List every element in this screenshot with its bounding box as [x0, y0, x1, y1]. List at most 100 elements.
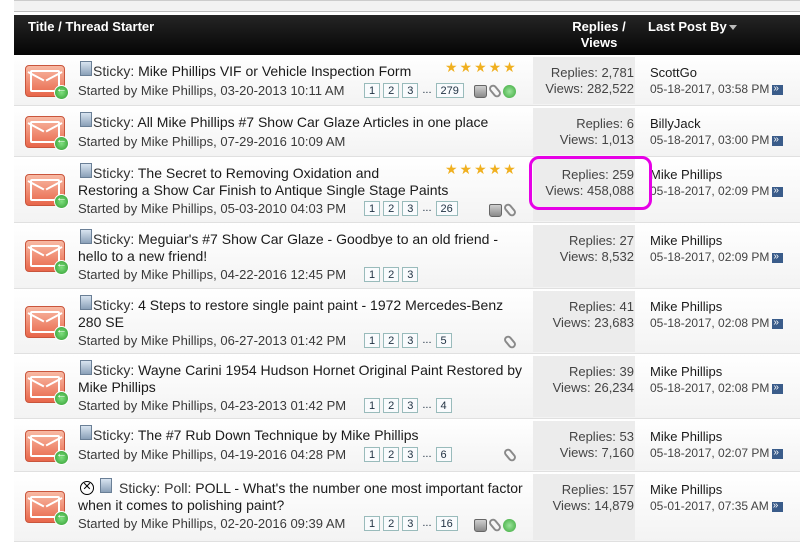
replies-count: Replies: 6 [576, 116, 634, 131]
page-link[interactable]: 16 [435, 516, 458, 531]
page-link[interactable]: 3 [402, 267, 419, 282]
last-post-user-link[interactable]: Mike Phillips [650, 299, 783, 315]
last-post-date: 05-18-2017, 02:09 PM [650, 249, 784, 265]
go-to-last-post-icon[interactable] [772, 445, 784, 461]
page-link[interactable]: 1 [364, 267, 381, 282]
page-link[interactable]: 1 [364, 398, 381, 413]
page-link[interactable]: 2 [383, 447, 400, 462]
go-to-first-unread-icon[interactable] [54, 83, 69, 100]
last-post-user-link[interactable]: ScottGo [650, 65, 783, 81]
thread-prefix-doc-icon [80, 229, 92, 244]
page-link[interactable]: 3 [402, 447, 419, 462]
thread-status-envelope-icon[interactable] [25, 306, 69, 341]
go-to-last-post-icon[interactable] [772, 81, 784, 97]
page-link[interactable]: 26 [435, 201, 458, 216]
thread-title-link[interactable]: Restoring a Show Car Finish to Antique S… [78, 182, 448, 198]
page-link[interactable]: 1 [364, 516, 381, 531]
last-post-user-link[interactable]: Mike Phillips [650, 429, 783, 445]
thread-status-envelope-icon[interactable] [25, 240, 69, 275]
thread-prefix-doc-icon [80, 163, 92, 178]
thread-status-envelope-icon[interactable] [25, 116, 69, 151]
thread-status-envelope-icon[interactable] [25, 371, 69, 406]
page-link[interactable]: 2 [383, 201, 400, 216]
thread-stats: Replies: 27 Views: 8,532 [534, 233, 634, 265]
thread-title-link[interactable]: Mike Phillips VIF or Vehicle Inspection … [138, 63, 411, 79]
go-to-first-unread-icon[interactable] [54, 258, 69, 275]
page-link[interactable]: 2 [383, 267, 400, 282]
replies-count: Replies: 157 [561, 482, 634, 497]
thread-row: Sticky: Mike Phillips VIF or Vehicle Ins… [14, 55, 800, 106]
thread-stats: Replies: 2,781 Views: 282,522 [534, 65, 634, 97]
page-link[interactable]: 4 [435, 398, 452, 413]
header-replies-views[interactable]: Replies / Views [549, 19, 649, 51]
page-link[interactable]: 2 [383, 333, 400, 348]
replies-count: Replies: 53 [568, 429, 634, 444]
page-link[interactable]: 6 [435, 447, 452, 462]
go-to-first-unread-icon[interactable] [54, 389, 69, 406]
last-post-user-link[interactable]: Mike Phillips [650, 364, 783, 380]
thread-prefix-label: Sticky: [93, 165, 138, 181]
thread-row: Sticky: 4 Steps to restore single paint … [14, 289, 800, 354]
thread-title-link[interactable]: 280 SE [78, 314, 124, 330]
replies-count: Replies: 41 [568, 299, 634, 314]
poll-closed-icon: ✕ [80, 481, 94, 495]
header-title-starter[interactable]: Title / Thread Starter [28, 19, 154, 34]
go-to-last-post-icon[interactable] [771, 498, 783, 514]
thread-starter-info: Started by Mike Phillips, 04-22-2016 12:… [78, 267, 347, 282]
go-to-first-unread-icon[interactable] [54, 134, 69, 151]
go-to-last-post-icon[interactable] [772, 249, 784, 265]
page-link[interactable]: 3 [402, 201, 419, 216]
page-link[interactable]: 3 [402, 83, 419, 98]
thread-title-link[interactable]: when it comes to polishing paint? [78, 497, 284, 513]
thread-title: Sticky: Mike Phillips VIF or Vehicle Ins… [93, 63, 411, 80]
thread-title-link[interactable]: 4 Steps to restore single paint paint - … [138, 297, 503, 313]
page-link[interactable]: 1 [364, 201, 381, 216]
last-post-user-link[interactable]: Mike Phillips [650, 233, 783, 249]
views-count: Views: 26,234 [552, 380, 634, 395]
page-link[interactable]: 2 [383, 398, 400, 413]
last-post-date: 05-18-2017, 02:08 PM [650, 380, 784, 396]
last-post-user-link[interactable]: Mike Phillips [650, 167, 783, 183]
thread-title-link[interactable]: The #7 Rub Down Technique by Mike Philli… [138, 427, 419, 443]
go-to-last-post-icon[interactable] [772, 380, 784, 396]
thread-prefix-doc-icon [80, 61, 92, 76]
thread-title-link[interactable]: The Secret to Removing Oxidation and [138, 165, 379, 181]
thread-title-link[interactable]: Wayne Carini 1954 Hudson Hornet Original… [138, 362, 522, 378]
go-to-first-unread-icon[interactable] [54, 448, 69, 465]
views-count: Views: 14,879 [552, 498, 634, 513]
thread-title-link[interactable]: Mike Phillips [78, 379, 156, 395]
page-link[interactable]: 3 [402, 398, 419, 413]
last-post-date-text: 05-18-2017, 03:00 PM [650, 133, 770, 147]
header-last-post-by[interactable]: Last Post By [648, 19, 737, 34]
go-to-last-post-icon[interactable] [772, 183, 784, 199]
thread-title-link[interactable]: Meguiar's #7 Show Car Glaze - Goodbye to… [138, 231, 498, 247]
page-link[interactable]: 2 [383, 83, 400, 98]
page-link[interactable]: 3 [402, 333, 419, 348]
go-to-first-unread-icon[interactable] [54, 509, 69, 526]
page-link[interactable]: 1 [364, 333, 381, 348]
trash-icon [489, 203, 502, 217]
page-link[interactable]: 1 [364, 83, 381, 98]
paperclip-icon [487, 83, 503, 99]
thread-status-envelope-icon[interactable] [25, 65, 69, 100]
page-link[interactable]: 2 [383, 516, 400, 531]
paperclip-icon [502, 447, 518, 463]
page-link[interactable]: 279 [435, 83, 464, 98]
go-to-first-unread-icon[interactable] [54, 324, 69, 341]
thread-status-envelope-icon[interactable] [25, 430, 69, 465]
go-to-last-post-icon[interactable] [772, 132, 784, 148]
thread-page-links: 1 2 3... 4 [364, 398, 452, 413]
go-to-first-unread-icon[interactable] [54, 192, 69, 209]
thread-status-envelope-icon[interactable] [25, 491, 69, 526]
thread-title-link[interactable]: All Mike Phillips #7 Show Car Glaze Arti… [137, 114, 488, 130]
page-link[interactable]: 5 [435, 333, 452, 348]
go-to-last-post-icon[interactable] [772, 315, 784, 331]
page-link[interactable]: 1 [364, 447, 381, 462]
views-count: Views: 1,013 [559, 132, 634, 147]
last-post-user-link[interactable]: BillyJack [650, 116, 783, 132]
thread-title-link[interactable]: POLL - What's the number one most import… [195, 480, 522, 496]
page-link[interactable]: 3 [402, 516, 419, 531]
last-post-user-link[interactable]: Mike Phillips [650, 482, 783, 498]
thread-status-envelope-icon[interactable] [25, 174, 69, 209]
thread-title-link[interactable]: hello to a new friend! [78, 248, 207, 264]
